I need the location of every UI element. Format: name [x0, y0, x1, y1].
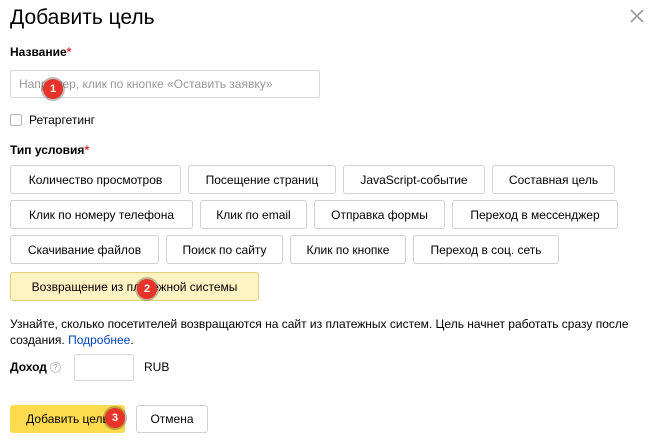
annotation-badge-1: 1 — [43, 79, 63, 99]
name-label: Название* — [10, 45, 72, 59]
condition-payment-return[interactable]: Возвращение из платежной системы — [10, 272, 259, 301]
condition-composite-goal[interactable]: Составная цель — [492, 165, 615, 194]
annotation-badge-2: 2 — [137, 279, 157, 299]
condition-email-click[interactable]: Клик по email — [200, 200, 307, 229]
learn-more-link[interactable]: Подробнее — [68, 333, 130, 347]
retargeting-label: Ретаргетинг — [29, 113, 96, 127]
income-label: Доход? — [10, 360, 61, 374]
condition-messenger[interactable]: Переход в мессенджер — [452, 200, 618, 229]
condition-views[interactable]: Количество просмотров — [10, 165, 181, 194]
condition-javascript-event[interactable]: JavaScript-событие — [343, 165, 485, 194]
condition-phone-click[interactable]: Клик по номеру телефона — [10, 200, 193, 229]
currency-label: RUB — [144, 360, 170, 374]
annotation-badge-3: 3 — [105, 408, 125, 428]
condition-form-submit[interactable]: Отправка формы — [314, 200, 445, 229]
condition-social-network[interactable]: Переход в соц. сеть — [413, 235, 559, 264]
condition-page-visit[interactable]: Посещение страниц — [188, 165, 336, 194]
income-input[interactable] — [74, 354, 134, 381]
close-icon[interactable] — [627, 6, 647, 26]
condition-site-search[interactable]: Поиск по сайту — [166, 235, 283, 264]
help-icon[interactable]: ? — [49, 362, 61, 374]
dialog-title: Добавить цель — [10, 6, 155, 29]
condition-button-click[interactable]: Клик по кнопке — [290, 235, 406, 264]
condition-file-download[interactable]: Скачивание файлов — [10, 235, 159, 264]
condition-hint: Узнайте, сколько посетителей возвращаютс… — [10, 317, 629, 347]
retargeting-checkbox-row[interactable]: Ретаргетинг — [10, 113, 95, 127]
cancel-button[interactable]: Отмена — [136, 405, 208, 433]
condition-type-label: Тип условия* — [10, 143, 90, 157]
retargeting-checkbox[interactable] — [10, 114, 22, 126]
